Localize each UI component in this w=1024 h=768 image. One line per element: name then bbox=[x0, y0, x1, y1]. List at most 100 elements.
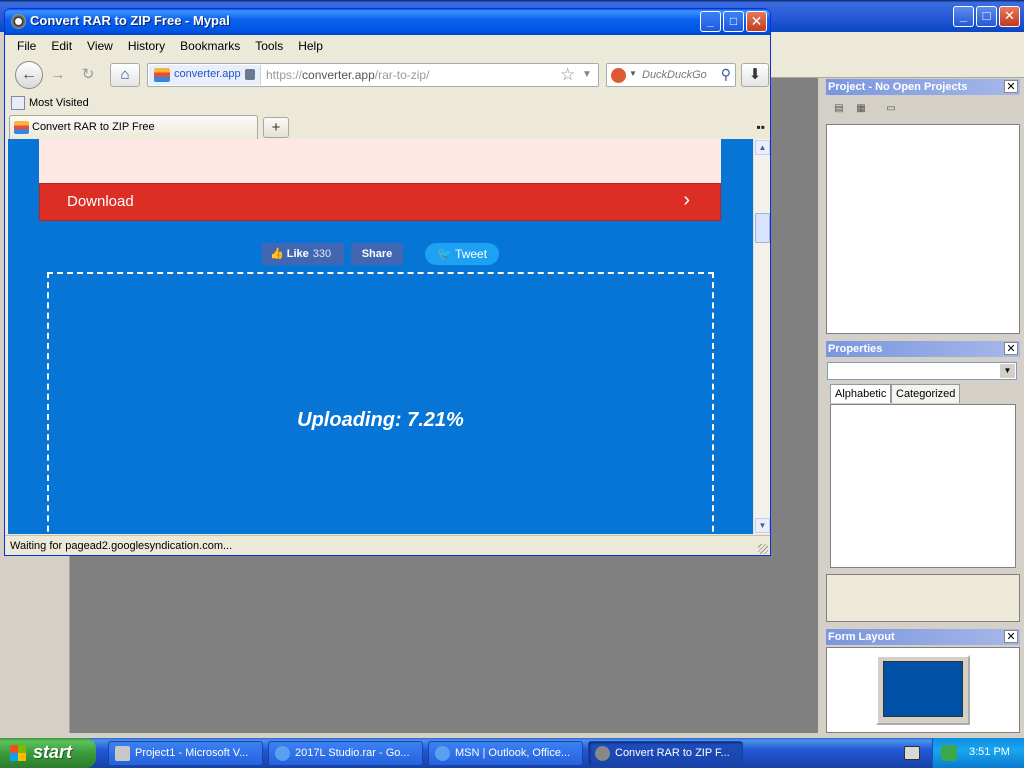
mypal-logo-icon bbox=[11, 14, 26, 29]
site-identity[interactable]: converter.app bbox=[149, 65, 261, 85]
menu-tools[interactable]: Tools bbox=[247, 37, 290, 57]
navigation-toolbar: ← → ↻ ⌂ converter.app https://converter.… bbox=[9, 59, 769, 91]
clock[interactable]: 3:51 PM bbox=[969, 746, 1010, 758]
upload-status: Uploading: 7.21% bbox=[297, 409, 464, 431]
network-icon[interactable] bbox=[941, 745, 957, 761]
back-button[interactable]: ← bbox=[15, 61, 43, 89]
vb6-icon bbox=[115, 746, 130, 761]
scroll-thumb[interactable] bbox=[755, 213, 770, 243]
forward-icon[interactable]: → bbox=[47, 65, 69, 85]
url-domain: converter.app bbox=[302, 68, 375, 82]
ide-close-button[interactable]: ✕ bbox=[999, 6, 1020, 27]
task-2017l-studio[interactable]: 2017L Studio.rar - Go... bbox=[268, 741, 423, 766]
address-bar[interactable]: converter.app https://converter.app/rar-… bbox=[147, 63, 599, 87]
bookmark-star-icon[interactable]: ☆ bbox=[560, 65, 575, 85]
like-count: 330 bbox=[312, 248, 332, 260]
ide-minimize-button[interactable]: _ bbox=[953, 6, 974, 27]
upload-dropzone[interactable]: Uploading: 7.21% bbox=[47, 272, 714, 534]
task-label: MSN | Outlook, Office... bbox=[455, 747, 571, 759]
properties-panel-close-icon[interactable]: ✕ bbox=[1004, 342, 1018, 355]
tab-list-icon[interactable]: ▪▪ bbox=[756, 120, 765, 134]
scroll-up-icon[interactable]: ▲ bbox=[755, 140, 770, 155]
start-button[interactable]: start bbox=[0, 738, 96, 768]
task-convert-rar[interactable]: Convert RAR to ZIP F... bbox=[588, 741, 743, 766]
tab-alphabetic[interactable]: Alphabetic bbox=[830, 384, 892, 403]
page-content: Download › 👍 Like 330 Share 🐦 Tweet Uploa… bbox=[8, 139, 753, 534]
vertical-scrollbar[interactable]: ▲ ▼ bbox=[753, 139, 770, 534]
lock-icon bbox=[245, 69, 255, 80]
facebook-like-button[interactable]: 👍 Like 330 bbox=[262, 243, 344, 265]
status-text: Waiting for pagead2.googlesyndication.co… bbox=[10, 540, 233, 552]
like-label: Like bbox=[286, 248, 309, 260]
close-button[interactable]: ✕ bbox=[746, 11, 767, 32]
search-icon[interactable]: ⚲ bbox=[721, 66, 731, 83]
start-label: start bbox=[33, 742, 73, 762]
maximize-button[interactable]: □ bbox=[723, 11, 744, 32]
task-msn[interactable]: MSN | Outlook, Office... bbox=[428, 741, 583, 766]
project-tree[interactable] bbox=[826, 124, 1020, 334]
duckduckgo-icon[interactable] bbox=[611, 68, 626, 83]
url-dropdown-icon[interactable]: ▼ bbox=[582, 69, 592, 80]
task-label: Project1 - Microsoft V... bbox=[135, 747, 249, 759]
facebook-share-button[interactable]: Share bbox=[351, 243, 403, 265]
properties-grid[interactable] bbox=[830, 404, 1016, 568]
properties-panel-header: Properties ✕ bbox=[826, 341, 1020, 357]
download-button[interactable]: Download › bbox=[39, 183, 721, 221]
tweet-button[interactable]: 🐦 Tweet bbox=[425, 243, 499, 265]
chevron-down-icon[interactable]: ▼ bbox=[1000, 364, 1015, 378]
search-bar[interactable]: ▼ DuckDuckGo ⚲ bbox=[606, 63, 736, 87]
url-text[interactable]: https://converter.app/rar-to-zip/ bbox=[266, 68, 429, 82]
tweet-label: Tweet bbox=[455, 247, 488, 261]
task-label: 2017L Studio.rar - Go... bbox=[295, 747, 410, 759]
new-tab-button[interactable]: + bbox=[263, 117, 289, 138]
status-bar: Waiting for pagead2.googlesyndication.co… bbox=[5, 535, 770, 555]
scroll-down-icon[interactable]: ▼ bbox=[755, 518, 770, 533]
project-panel-header: Project - No Open Projects ✕ bbox=[826, 79, 1020, 95]
object-select[interactable]: ▼ bbox=[827, 362, 1017, 380]
reload-icon[interactable]: ↻ bbox=[77, 65, 99, 85]
form-layout-panel-header: Form Layout ✕ bbox=[826, 629, 1020, 645]
downloads-button[interactable]: ⬇ bbox=[741, 63, 769, 87]
tab-favicon-icon bbox=[14, 121, 29, 134]
menu-edit[interactable]: Edit bbox=[43, 37, 79, 57]
minimize-button[interactable]: _ bbox=[700, 11, 721, 32]
url-scheme: https:// bbox=[266, 68, 303, 82]
windows-logo-icon bbox=[10, 745, 26, 761]
menu-file[interactable]: File bbox=[9, 37, 43, 57]
keyboard-icon[interactable] bbox=[904, 746, 920, 760]
ide-menubar bbox=[770, 32, 1024, 54]
browser-titlebar[interactable]: Convert RAR to ZIP Free - Mypal _ □ ✕ bbox=[5, 9, 770, 35]
home-button[interactable]: ⌂ bbox=[110, 63, 140, 87]
ide-maximize-button[interactable]: □ bbox=[976, 6, 997, 27]
twitter-bird-icon: 🐦 bbox=[436, 247, 452, 261]
menu-history[interactable]: History bbox=[120, 37, 172, 57]
browser-window: Convert RAR to ZIP Free - Mypal _ □ ✕ Fi… bbox=[4, 8, 771, 556]
ie-icon bbox=[275, 746, 290, 761]
menu-bookmarks[interactable]: Bookmarks bbox=[172, 37, 247, 57]
site-favicon-icon bbox=[154, 68, 170, 82]
thumbs-up-icon: 👍 bbox=[270, 248, 284, 260]
resize-grip-icon[interactable] bbox=[758, 544, 768, 554]
task-project1[interactable]: Project1 - Microsoft V... bbox=[108, 741, 263, 766]
properties-description bbox=[826, 574, 1020, 622]
tab-strip: Convert RAR to ZIP Free + ▪▪ bbox=[9, 115, 769, 139]
search-engine-dropdown-icon[interactable]: ▼ bbox=[629, 69, 637, 78]
form-layout-close-icon[interactable]: ✕ bbox=[1004, 630, 1018, 643]
chevron-right-icon: › bbox=[683, 189, 690, 211]
bookmark-folder-icon bbox=[11, 95, 25, 110]
window-title: Convert RAR to ZIP Free - Mypal bbox=[30, 13, 230, 28]
bookmark-most-visited[interactable]: Most Visited bbox=[29, 97, 89, 109]
taskbar: start Project1 - Microsoft V... 2017L St… bbox=[0, 738, 1024, 768]
tab-categorized[interactable]: Categorized bbox=[891, 384, 961, 403]
menu-help[interactable]: Help bbox=[290, 37, 330, 57]
view-object-icon[interactable]: ▦ bbox=[852, 101, 870, 117]
menu-view[interactable]: View bbox=[79, 37, 120, 57]
mypal-logo-icon bbox=[595, 746, 610, 761]
project-panel-close-icon[interactable]: ✕ bbox=[1004, 80, 1018, 93]
monitor-preview-icon bbox=[876, 655, 970, 725]
view-code-icon[interactable]: ▤ bbox=[830, 101, 848, 117]
bookmarks-toolbar: Most Visited bbox=[11, 95, 89, 113]
task-label: Convert RAR to ZIP F... bbox=[615, 747, 730, 759]
toggle-folders-icon[interactable]: ▭ bbox=[882, 101, 900, 117]
tab-convert-rar[interactable]: Convert RAR to ZIP Free bbox=[9, 115, 258, 139]
